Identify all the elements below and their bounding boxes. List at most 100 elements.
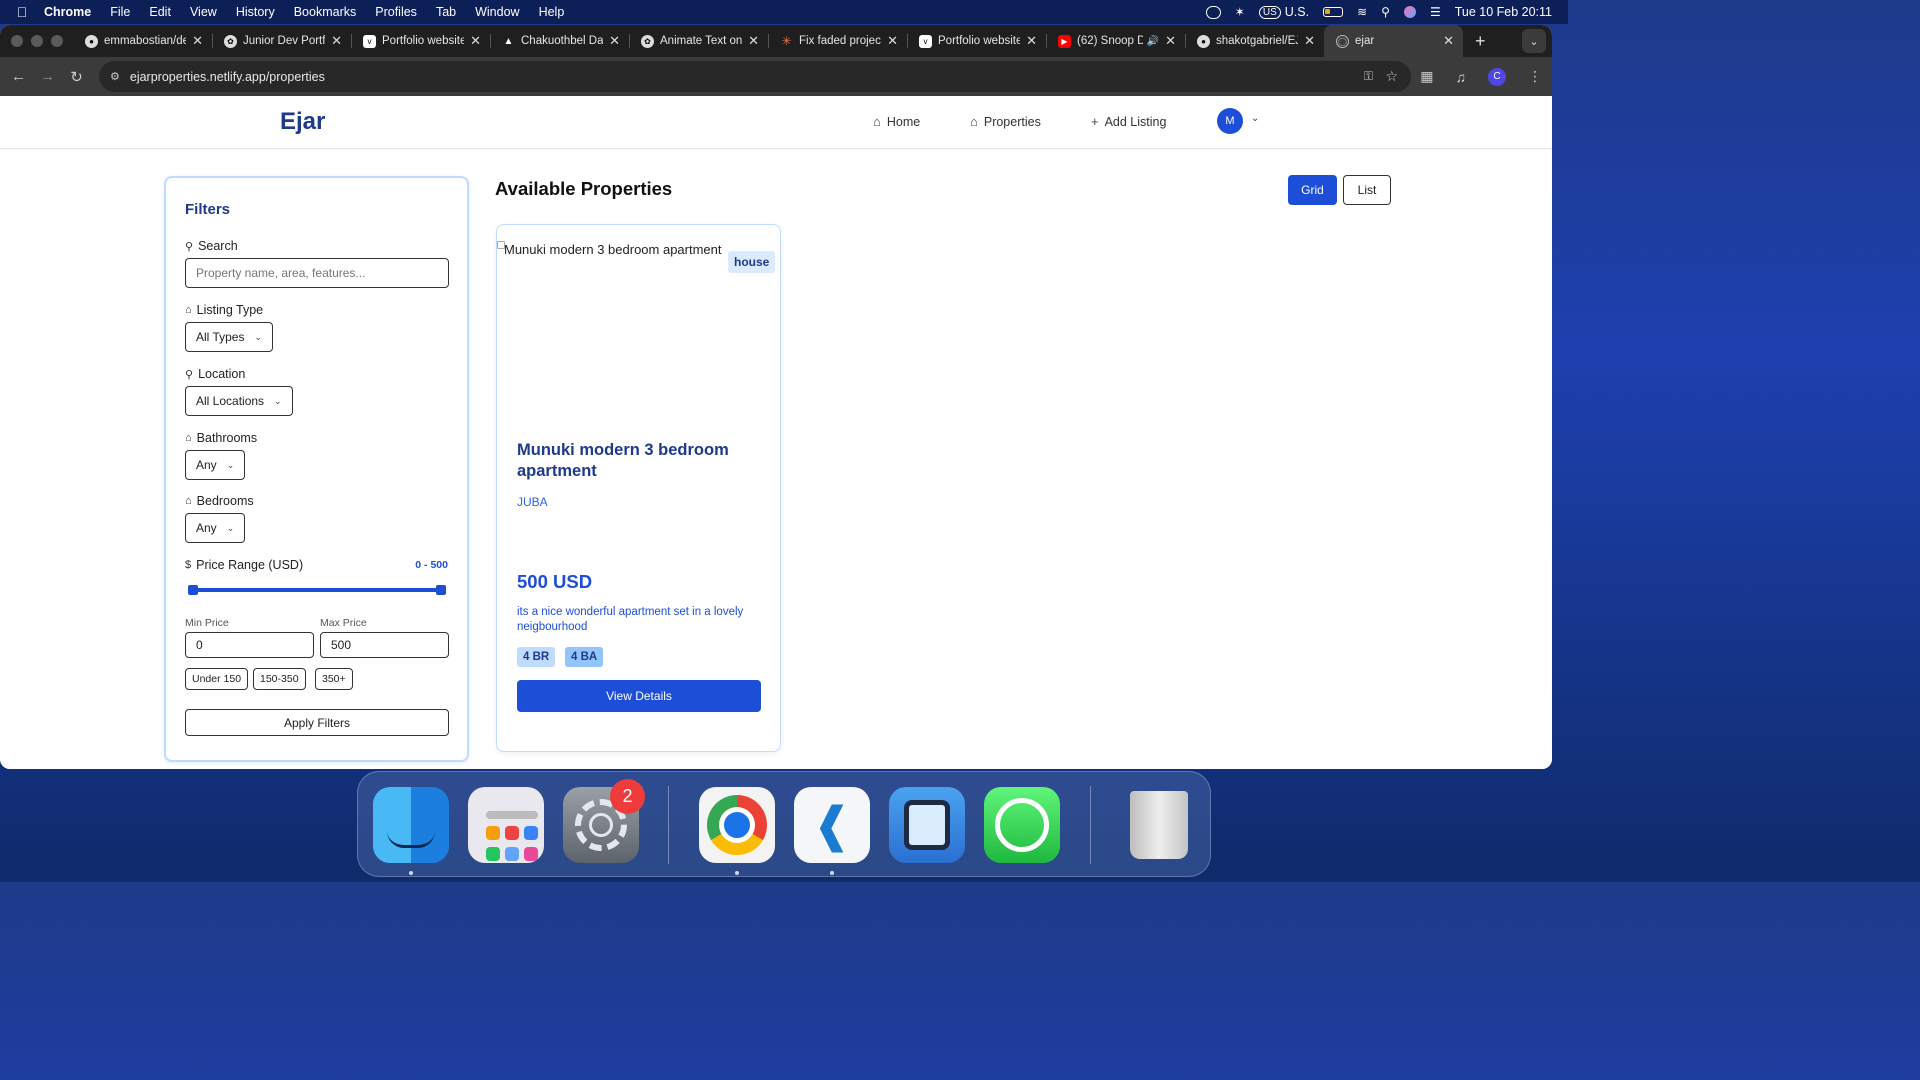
menu-tab[interactable]: Tab: [436, 5, 456, 19]
forward-arrow-icon[interactable]: →: [33, 68, 62, 85]
close-tab-icon[interactable]: ✕: [470, 33, 481, 49]
close-window-button[interactable]: [11, 35, 23, 47]
address-bar[interactable]: ⚙ ejarproperties.netlify.app/properties …: [99, 61, 1411, 92]
extensions-puzzle-icon[interactable]: ▦: [1420, 68, 1433, 85]
view-details-button[interactable]: View Details: [517, 680, 761, 712]
close-tab-icon[interactable]: ✕: [1443, 33, 1454, 49]
apple-icon[interactable]: : [0, 4, 44, 20]
menu-file[interactable]: File: [110, 5, 130, 19]
nav-home[interactable]: ⌂ Home: [873, 114, 920, 129]
siri-icon[interactable]: [1403, 6, 1416, 18]
min-price-input[interactable]: 0: [185, 632, 314, 658]
close-tab-icon[interactable]: ✕: [1165, 33, 1176, 49]
tab-search-chevron-icon[interactable]: ⌄: [1522, 29, 1546, 53]
close-tab-icon[interactable]: ✕: [192, 33, 203, 49]
nav-home-label: Home: [886, 114, 921, 129]
chevron-down-icon[interactable]: ⌄: [1251, 113, 1259, 124]
list-view-button[interactable]: List: [1343, 175, 1391, 205]
more-menu-icon[interactable]: ⋮: [1528, 68, 1542, 85]
window-controls: [0, 35, 73, 47]
password-key-icon[interactable]: ⚿: [1364, 69, 1373, 84]
macos-dock: ❰: [357, 771, 1211, 877]
site-info-icon[interactable]: ⚙: [110, 70, 120, 83]
whatsapp-icon[interactable]: [984, 787, 1060, 863]
wifi-icon[interactable]: ≋: [1357, 5, 1367, 19]
menu-view[interactable]: View: [190, 5, 217, 19]
grammarly-icon[interactable]: [1205, 5, 1221, 19]
menu-history[interactable]: History: [236, 5, 275, 19]
close-tab-icon[interactable]: ✕: [609, 33, 620, 49]
close-tab-icon[interactable]: ✕: [748, 33, 759, 49]
page-title: Available Properties: [495, 178, 673, 199]
tab-title: Junior Dev Portfo: [243, 35, 326, 47]
new-tab-button[interactable]: +: [1475, 31, 1486, 52]
input-source[interactable]: US U.S.: [1258, 5, 1309, 19]
apply-filters-button[interactable]: Apply Filters: [185, 709, 449, 736]
ai-tool-icon[interactable]: ✶: [1235, 5, 1245, 19]
close-tab-icon[interactable]: ✕: [887, 33, 898, 49]
nav-add-listing[interactable]: + Add Listing: [1091, 114, 1166, 129]
vscode-icon[interactable]: ❰: [794, 787, 870, 863]
close-tab-icon[interactable]: ✕: [331, 33, 342, 49]
tab-4[interactable]: ✿ Animate Text on H ✕: [629, 25, 768, 57]
tab-8[interactable]: ● shakotgabriel/EJA ✕: [1185, 25, 1324, 57]
bathrooms-select[interactable]: Any ⌄: [185, 450, 246, 480]
media-controls-icon[interactable]: ♫: [1456, 69, 1467, 85]
menu-help[interactable]: Help: [539, 5, 565, 19]
price-range-slider[interactable]: [188, 585, 446, 595]
web-page: Ejar ⌂ Home ⌂ Properties + Add Listing M ⌄ …: [0, 96, 1552, 769]
grid-view-button[interactable]: Grid: [1288, 175, 1337, 205]
chip-150-350[interactable]: 150-350: [253, 668, 306, 690]
reload-icon[interactable]: ↻: [62, 68, 91, 86]
nav-properties[interactable]: ⌂ Properties: [970, 114, 1041, 129]
menu-bookmarks[interactable]: Bookmarks: [294, 5, 357, 19]
control-center-icon[interactable]: ☰: [1430, 5, 1441, 19]
finder-icon[interactable]: [373, 787, 449, 863]
tab-5[interactable]: ✳ Fix faded project ✕: [768, 25, 907, 57]
tab-6[interactable]: v Portfolio website ✕: [907, 25, 1046, 57]
chip-under-150[interactable]: Under 150: [185, 668, 249, 690]
nav-properties-label: Properties: [983, 114, 1041, 129]
tab-1[interactable]: ✿ Junior Dev Portfo ✕: [212, 25, 351, 57]
menu-app-chrome[interactable]: Chrome: [44, 5, 91, 19]
menubar-status-area: ✶ US U.S. ≋ ⚲ ☰ Tue 10 Feb 20:11: [1205, 0, 1552, 24]
user-avatar[interactable]: M: [1217, 108, 1243, 134]
property-title[interactable]: Munuki modern 3 bedroom apartment: [517, 440, 762, 482]
listing-type-select[interactable]: All Types ⌄: [185, 322, 274, 352]
site-logo[interactable]: Ejar: [280, 108, 325, 136]
trash-icon[interactable]: [1121, 787, 1197, 863]
slider-min-handle[interactable]: [188, 585, 198, 595]
bathrooms-label-text: Bathrooms: [196, 431, 258, 445]
spotlight-search-icon[interactable]: ⚲: [1381, 5, 1390, 19]
menu-window[interactable]: Window: [475, 5, 519, 19]
launchpad-icon[interactable]: [468, 787, 544, 863]
chip-350-plus[interactable]: 350+: [315, 668, 353, 690]
max-price-input[interactable]: 500: [320, 632, 449, 658]
search-input[interactable]: [185, 258, 449, 288]
profile-avatar[interactable]: C: [1488, 67, 1506, 86]
bedrooms-select[interactable]: Any ⌄: [185, 513, 246, 543]
close-tab-icon[interactable]: ✕: [1304, 33, 1315, 49]
audio-playing-icon[interactable]: 🔊: [1147, 36, 1159, 47]
github-icon: ●: [1197, 34, 1210, 48]
tab-2[interactable]: v Portfolio website ✕: [351, 25, 490, 57]
location-select[interactable]: All Locations ⌄: [185, 386, 293, 416]
minimize-window-button[interactable]: [31, 35, 43, 47]
bookmark-star-icon[interactable]: ☆: [1385, 68, 1398, 85]
zoom-window-button[interactable]: [51, 35, 63, 47]
battery-icon[interactable]: [1323, 7, 1344, 17]
tab-3[interactable]: ▲ Chakuothbel Dan ✕: [490, 25, 629, 57]
chrome-icon[interactable]: [699, 787, 775, 863]
map-pin-icon: ⚲: [185, 368, 194, 381]
tab-0[interactable]: ● emmabostian/dev ✕: [73, 25, 212, 57]
tab-9[interactable]: ◯ ejar ✕: [1324, 25, 1463, 57]
preview-icon[interactable]: [889, 787, 965, 863]
menubar-clock[interactable]: Tue 10 Feb 20:11: [1455, 5, 1552, 19]
slider-max-handle[interactable]: [436, 585, 446, 595]
menu-edit[interactable]: Edit: [149, 5, 171, 19]
back-arrow-icon[interactable]: ←: [4, 68, 33, 85]
youtube-icon: ▶: [1058, 34, 1071, 48]
menu-profiles[interactable]: Profiles: [375, 5, 417, 19]
tab-7[interactable]: ▶ (62) Snoop D 🔊 ✕: [1046, 25, 1185, 57]
close-tab-icon[interactable]: ✕: [1026, 33, 1037, 49]
